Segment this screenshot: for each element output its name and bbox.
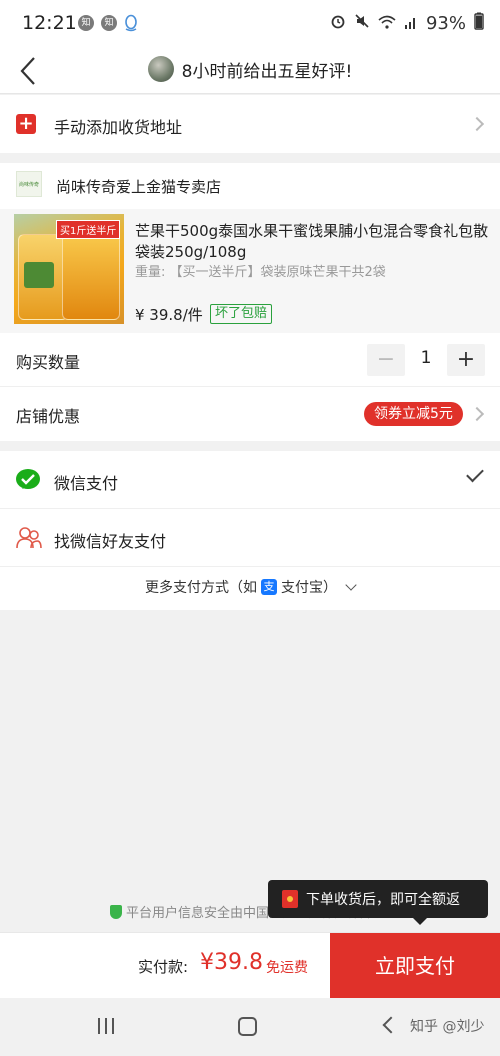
battery-icon xyxy=(474,12,484,35)
qq-icon xyxy=(123,14,139,36)
status-time: 12:21 xyxy=(22,12,77,34)
recent-apps-icon[interactable] xyxy=(98,1018,118,1034)
store-discount-label: 店铺优惠 xyxy=(16,407,81,426)
quantity-label: 购买数量 xyxy=(16,353,81,372)
shield-icon xyxy=(110,904,122,919)
shop-name: 尚味传奇爱上金猫专卖店 xyxy=(56,178,222,196)
pay-total-label: 实付款: xyxy=(138,958,189,976)
home-icon[interactable] xyxy=(238,1017,257,1036)
pay-now-button[interactable]: 立即支付 xyxy=(330,933,500,999)
mute-icon xyxy=(354,13,370,34)
product-image-tag: 买1斤送半斤 xyxy=(56,220,121,239)
add-address-row[interactable]: + 手动添加收货地址 xyxy=(0,95,500,153)
check-icon xyxy=(466,464,484,483)
coupon-badge[interactable]: 领券立减5元 xyxy=(364,402,463,426)
more-payment-prefix: 更多支付方式（如 xyxy=(145,580,257,596)
cashback-tooltip[interactable]: 下单收货后，即可全额返 xyxy=(268,880,488,925)
free-shipping-label: 免运费 xyxy=(266,960,308,976)
quantity-plus-button[interactable]: + xyxy=(447,344,485,376)
wifi-icon xyxy=(378,13,396,34)
notification-badge: 知 xyxy=(78,15,94,31)
quantity-row: 购买数量 − 1 + xyxy=(0,333,500,387)
pay-total-amount: ¥39.8 xyxy=(200,950,263,975)
watermark: 知乎 @刘少 xyxy=(410,1019,485,1035)
plus-icon: + xyxy=(16,114,36,134)
chevron-down-icon xyxy=(345,579,357,591)
alipay-icon: 支 xyxy=(261,579,277,595)
avatar xyxy=(147,56,174,82)
alarm-icon xyxy=(330,13,346,34)
chevron-right-icon xyxy=(469,406,485,422)
product-price: ¥ 39.8/件 xyxy=(135,306,203,324)
chevron-right-icon xyxy=(469,116,485,132)
product-title: 芒果干500g泰国水果干蜜饯果脯小包混合零食礼包散袋装250g/108g xyxy=(135,222,489,261)
wechat-pay-label: 微信支付 xyxy=(54,474,119,493)
friend-pay-label: 找微信好友支付 xyxy=(54,532,167,551)
status-right: 93% xyxy=(330,12,484,35)
checkout-bar: 实付款: ¥39.8 免运费 立即支付 xyxy=(0,932,500,999)
red-packet-icon xyxy=(282,890,298,908)
page-title: 8小时前给出五星好评! xyxy=(181,61,353,82)
header: 8小时前给出五星好评! xyxy=(0,48,500,94)
product-card[interactable]: 买1斤送半斤 芒果干500g泰国水果干蜜饯果脯小包混合零食礼包散袋装250g/1… xyxy=(0,209,500,333)
product-image: 买1斤送半斤 xyxy=(14,214,124,324)
system-nav-bar: 知乎 @刘少 xyxy=(0,998,500,1056)
friend-pay-icon xyxy=(16,526,42,550)
payment-section: 微信支付 找微信好友支付 更多支付方式（如 支 支付宝） xyxy=(0,451,500,610)
more-payment-methods[interactable]: 更多支付方式（如 支 支付宝） xyxy=(0,567,500,607)
tooltip-text: 下单收货后，即可全额返 xyxy=(306,892,460,908)
status-bar: 12:21 知 知 93% xyxy=(0,0,500,48)
payment-option-wechat[interactable]: 微信支付 xyxy=(0,451,500,509)
signal-icon xyxy=(404,13,418,34)
nav-back-icon[interactable] xyxy=(382,1016,400,1034)
notification-badge: 知 xyxy=(101,15,117,31)
product-spec: 重量: 【买一送半斤】袋装原味芒果干共2袋 xyxy=(135,265,386,280)
battery-level: 93% xyxy=(425,13,466,34)
quantity-value[interactable]: 1 xyxy=(420,348,432,368)
shop-logo: 尚味传奇 xyxy=(16,171,42,197)
shop-row[interactable]: 尚味传奇 尚味传奇爱上金猫专卖店 xyxy=(0,163,500,209)
quantity-minus-button[interactable]: − xyxy=(367,344,405,376)
alipay-label: 支付宝） xyxy=(281,580,337,596)
header-center: 8小时前给出五星好评! xyxy=(0,56,500,82)
store-discount-row[interactable]: 店铺优惠 领券立减5元 xyxy=(0,387,500,441)
guarantee-badge: 坏了包赔 xyxy=(210,304,273,324)
add-address-label: 手动添加收货地址 xyxy=(54,118,183,137)
payment-option-friend[interactable]: 找微信好友支付 xyxy=(0,509,500,567)
wechat-pay-icon xyxy=(16,468,40,492)
